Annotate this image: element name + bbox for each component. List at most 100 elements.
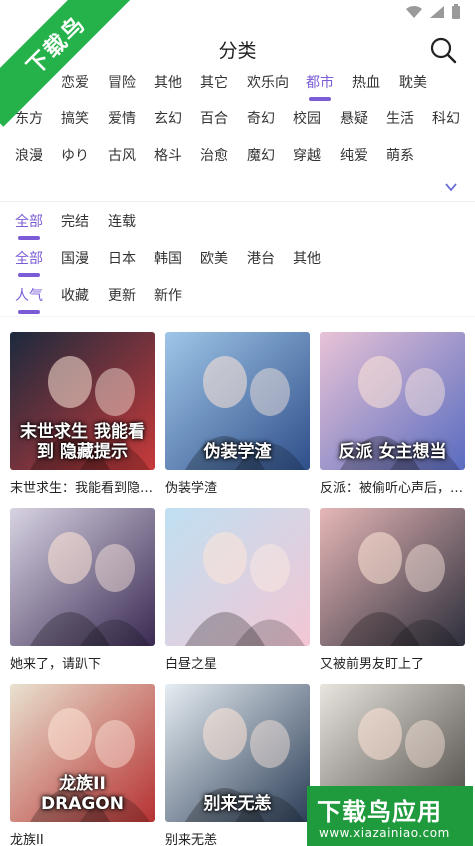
- filter-chip-label: 热血: [352, 75, 380, 91]
- filter-chip[interactable]: 奇幻: [247, 108, 275, 144]
- filter-chip[interactable]: 百合: [200, 108, 228, 144]
- active-indicator: [157, 273, 179, 277]
- active-indicator: [203, 273, 225, 277]
- comic-title: 别来无恙: [165, 833, 218, 846]
- comic-card[interactable]: 末世求生 我能看到 隐藏提示末世求生：我能看到隐藏提示: [10, 332, 155, 496]
- comic-title: 末世求生：我能看到隐藏提示: [10, 481, 155, 496]
- filter-chip-label: 全部: [8, 75, 36, 91]
- comic-card[interactable]: 龙族II DRAGON 龙族II: [10, 684, 155, 846]
- comic-cover-image[interactable]: 反派 女主想当: [320, 332, 465, 470]
- active-indicator: [296, 170, 318, 174]
- active-indicator: [18, 133, 40, 137]
- filter-chip-label: 校园: [293, 111, 321, 127]
- filter-chip[interactable]: 完结: [61, 211, 89, 247]
- filter-chip[interactable]: 日本: [108, 248, 136, 284]
- filter-chip-label: 搞笑: [61, 111, 89, 127]
- active-indicator: [64, 236, 86, 240]
- filter-chip[interactable]: 热血: [352, 72, 380, 108]
- filter-chip[interactable]: 全部: [15, 211, 43, 247]
- filter-chip-label: 收藏: [61, 288, 89, 304]
- comic-cover-image[interactable]: [165, 508, 310, 646]
- comic-card[interactable]: 白昼之星: [165, 508, 310, 672]
- active-indicator: [18, 236, 40, 240]
- filter-chip[interactable]: 悬疑: [340, 108, 368, 144]
- filter-chip[interactable]: 治愈: [200, 145, 228, 181]
- filter-chip[interactable]: 全部: [15, 248, 43, 284]
- filter-chip[interactable]: 冒险: [108, 72, 136, 108]
- active-indicator: [250, 170, 272, 174]
- active-indicator: [435, 133, 457, 137]
- comic-cover-image[interactable]: 末世求生 我能看到 隐藏提示: [10, 332, 155, 470]
- filter-chip-label: 爱情: [108, 111, 136, 127]
- comic-card[interactable]: 反派 女主想当反派：被偷听心声后，女主想当我后宫: [320, 332, 465, 496]
- filter-chip[interactable]: 浪漫: [15, 145, 43, 181]
- filter-chip-label: 治愈: [200, 148, 228, 164]
- comic-cover-title: 末世求生 我能看到 隐藏提示: [20, 422, 145, 462]
- filter-chip-label: 纯爱: [340, 148, 368, 164]
- active-indicator: [402, 97, 424, 101]
- active-indicator: [343, 170, 365, 174]
- filter-chip[interactable]: 其它: [200, 72, 228, 108]
- filter-chip[interactable]: 耽美: [399, 72, 427, 108]
- active-indicator: [64, 170, 86, 174]
- filter-chip[interactable]: 欧美: [200, 248, 228, 284]
- filter-chip-label: 悬疑: [340, 111, 368, 127]
- filter-chip[interactable]: 玄幻: [154, 108, 182, 144]
- comic-cover-image[interactable]: 龙族II DRAGON: [10, 684, 155, 822]
- filter-chip-label: ゆり: [61, 148, 89, 164]
- filter-chip-label: 冒险: [108, 75, 136, 91]
- filter-chip[interactable]: 校园: [293, 108, 321, 144]
- comic-card[interactable]: 伪装学渣 伪装学渣: [165, 332, 310, 496]
- filter-chip[interactable]: 古风: [108, 145, 136, 181]
- filter-chip[interactable]: 东方: [15, 108, 43, 144]
- filter-chip[interactable]: 国漫: [61, 248, 89, 284]
- filter-chip[interactable]: 欢乐向: [247, 72, 289, 108]
- active-indicator: [309, 97, 331, 101]
- comic-card[interactable]: 别来无恙 别来无恙: [165, 684, 310, 846]
- active-indicator: [203, 133, 225, 137]
- filter-chip[interactable]: 魔幻: [247, 145, 275, 181]
- chevron-down-icon[interactable]: [443, 180, 459, 194]
- filter-chip-label: 更新: [108, 288, 136, 304]
- active-indicator: [18, 310, 40, 314]
- filter-chip[interactable]: 搞笑: [61, 108, 89, 144]
- divider: [0, 316, 475, 317]
- comic-cover-title: 反派 女主想当: [338, 442, 447, 462]
- active-indicator: [64, 310, 86, 314]
- comic-cover-image[interactable]: [10, 508, 155, 646]
- filter-chip[interactable]: 其他: [154, 72, 182, 108]
- comic-cover-image[interactable]: [320, 508, 465, 646]
- filter-chip[interactable]: 都市: [306, 72, 334, 108]
- filter-chip-label: 玄幻: [154, 111, 182, 127]
- active-indicator: [296, 133, 318, 137]
- filter-chip[interactable]: 纯爱: [340, 145, 368, 181]
- filter-chip[interactable]: 穿越: [293, 145, 321, 181]
- filter-chip[interactable]: 科幻: [432, 108, 460, 144]
- filter-chip[interactable]: ゆり: [61, 145, 89, 181]
- active-indicator: [203, 170, 225, 174]
- region-filter-row: 全部 国漫 日本 韩国 欧美 港台 其他: [0, 248, 475, 284]
- filter-chip[interactable]: 萌系: [386, 145, 414, 181]
- active-indicator: [157, 133, 179, 137]
- filter-chip[interactable]: 恋爱: [61, 72, 89, 108]
- active-indicator: [250, 133, 272, 137]
- active-indicator: [343, 133, 365, 137]
- comic-card[interactable]: 她来了，请趴下: [10, 508, 155, 672]
- comic-cover-title: 别来无恙: [203, 794, 272, 814]
- filter-chip[interactable]: 连载: [108, 211, 136, 247]
- filter-chip-label: 其他: [154, 75, 182, 91]
- filter-chip[interactable]: 港台: [247, 248, 275, 284]
- comic-cover-image[interactable]: 伪装学渣: [165, 332, 310, 470]
- comic-cover-image[interactable]: 别来无恙: [165, 684, 310, 822]
- active-indicator: [355, 97, 377, 101]
- comic-title: 她来了，请趴下: [10, 657, 102, 672]
- filter-chip[interactable]: 生活: [386, 108, 414, 144]
- filter-chip[interactable]: 爱情: [108, 108, 136, 144]
- filter-chip-label: 生活: [386, 111, 414, 127]
- filter-chip[interactable]: 其他: [293, 248, 321, 284]
- filter-chip[interactable]: 格斗: [154, 145, 182, 181]
- filter-chip[interactable]: 韩国: [154, 248, 182, 284]
- search-icon[interactable]: [429, 36, 457, 64]
- filter-chip[interactable]: 全部: [8, 72, 36, 108]
- comic-card[interactable]: 又被前男友盯上了: [320, 508, 465, 672]
